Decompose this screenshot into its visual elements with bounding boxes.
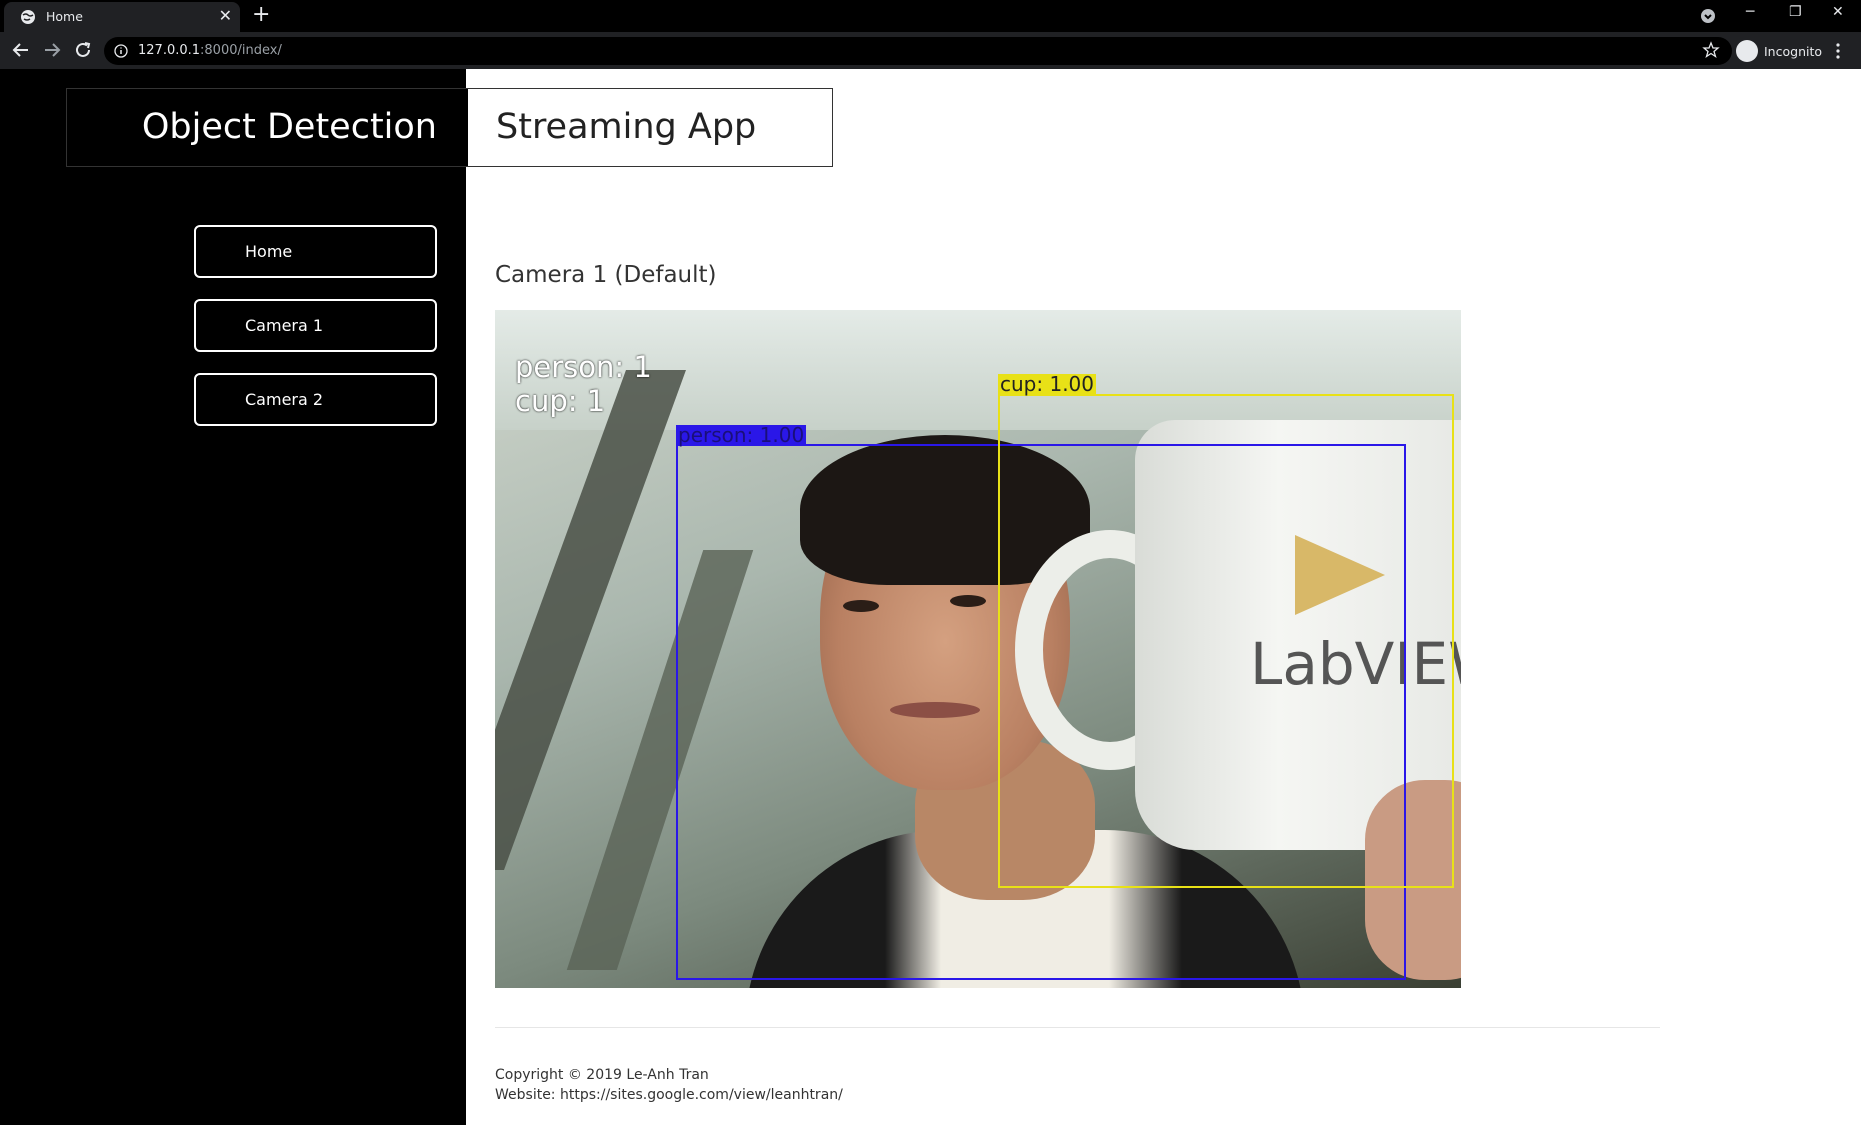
cup-bounding-box bbox=[998, 394, 1454, 888]
tab-title: Home bbox=[46, 9, 83, 24]
address-bar[interactable]: 127.0.0.1:8000/index/ bbox=[104, 37, 1732, 65]
page: Object Detection Streaming App Home Came… bbox=[0, 69, 1861, 1125]
close-tab-icon[interactable]: ✕ bbox=[219, 6, 232, 25]
browser-toolbar: 127.0.0.1:8000/index/ Incognito bbox=[0, 32, 1861, 69]
forward-icon[interactable] bbox=[41, 39, 63, 61]
footer-divider bbox=[495, 1027, 1660, 1028]
person-box-label: person: 1.00 bbox=[676, 423, 807, 447]
restore-icon[interactable]: ❐ bbox=[1789, 4, 1802, 20]
video-stream: LabVIEW person: 1 cup: 1 person: 1.00 cu… bbox=[495, 310, 1461, 988]
incognito-indicator[interactable]: Incognito bbox=[1736, 38, 1822, 64]
close-window-icon[interactable]: ✕ bbox=[1832, 4, 1844, 20]
incognito-icon bbox=[1736, 40, 1758, 62]
tab-search-icon[interactable] bbox=[1700, 8, 1716, 24]
minimize-icon[interactable]: ─ bbox=[1746, 4, 1754, 20]
info-icon[interactable] bbox=[114, 44, 128, 58]
sidebar-item-camera-2[interactable]: Camera 2 bbox=[194, 373, 437, 426]
url-path: :8000/index/ bbox=[200, 43, 282, 58]
footer-website: Website: https://sites.google.com/view/l… bbox=[495, 1087, 843, 1103]
detection-count-person: person: 1 bbox=[515, 350, 652, 384]
header-title-right: Streaming App bbox=[496, 107, 757, 147]
browser-tab-strip: Home ✕ + ─ ❐ ✕ bbox=[0, 0, 1861, 32]
sidebar-item-label: Camera 2 bbox=[245, 390, 324, 409]
url-host: 127.0.0.1 bbox=[138, 43, 201, 58]
sidebar-item-camera-1[interactable]: Camera 1 bbox=[194, 299, 437, 352]
sidebar-item-home[interactable]: Home bbox=[194, 225, 437, 278]
cup-box-label: cup: 1.00 bbox=[998, 372, 1096, 396]
site-header: Object Detection Streaming App bbox=[66, 88, 833, 167]
reload-icon[interactable] bbox=[72, 39, 94, 61]
browser-tab[interactable]: Home ✕ bbox=[4, 2, 240, 32]
browser-menu-icon[interactable] bbox=[1836, 42, 1840, 60]
incognito-label: Incognito bbox=[1764, 43, 1823, 59]
back-icon[interactable] bbox=[10, 39, 32, 61]
sidebar-item-label: Home bbox=[245, 242, 293, 261]
header-title-left: Object Detection bbox=[141, 107, 437, 147]
footer-copyright: Copyright © 2019 Le-Anh Tran bbox=[495, 1067, 709, 1083]
camera-title: Camera 1 (Default) bbox=[495, 262, 717, 288]
header-left-block: Object Detection bbox=[67, 89, 468, 166]
new-tab-icon[interactable]: + bbox=[252, 3, 270, 27]
detection-count-cup: cup: 1 bbox=[515, 384, 606, 418]
url-text: 127.0.0.1:8000/index/ bbox=[138, 43, 282, 58]
sidebar-item-label: Camera 1 bbox=[245, 316, 324, 335]
bookmark-star-icon[interactable] bbox=[1702, 41, 1720, 59]
globe-icon bbox=[21, 10, 35, 24]
